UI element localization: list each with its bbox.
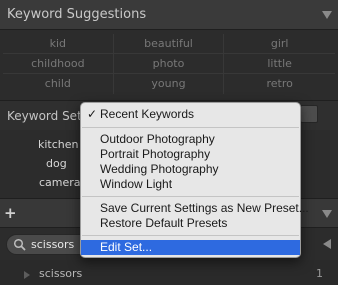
menu-item-edit-set[interactable]: Edit Set...: [81, 240, 300, 255]
keyword-set-label: Keyword Set: [7, 109, 82, 123]
keyword-suggestions-title: Keyword Suggestions: [7, 7, 147, 22]
menu-item-wedding-photography[interactable]: Wedding Photography: [81, 162, 300, 177]
keyword-suggestions-grid: kid beautiful girl childhood photo littl…: [3, 34, 335, 94]
collapse-triangle-icon[interactable]: [322, 11, 332, 19]
collapse-triangle-icon[interactable]: [322, 210, 332, 218]
suggestion-cell[interactable]: kid: [3, 34, 114, 54]
suggestion-cell[interactable]: beautiful: [113, 34, 225, 54]
menu-separator: [82, 127, 299, 128]
suggestion-cell[interactable]: young: [114, 74, 225, 94]
menu-item-label: Outdoor Photography: [100, 132, 215, 146]
keyword-suggestions-header[interactable]: Keyword Suggestions: [0, 0, 338, 30]
menu-item-outdoor-photography[interactable]: Outdoor Photography: [81, 132, 300, 147]
filter-arrow-icon[interactable]: [323, 239, 331, 249]
keyword-set-item[interactable]: dog: [46, 157, 67, 170]
menu-separator: [82, 235, 299, 236]
menu-item-label: Restore Default Presets: [100, 216, 228, 230]
menu-item-label: Save Current Settings as New Preset...: [100, 201, 309, 215]
add-keyword-icon[interactable]: +: [4, 204, 17, 222]
keyword-suggestions-grid-area: kid beautiful girl childhood photo littl…: [0, 30, 338, 100]
menu-item-recent-keywords[interactable]: ✓ Recent Keywords: [81, 107, 300, 122]
suggestion-cell[interactable]: girl: [224, 34, 335, 54]
keyword-set-item[interactable]: kitchen: [38, 138, 79, 151]
expand-triangle-icon[interactable]: [24, 271, 30, 279]
checkmark-icon: ✓: [87, 107, 98, 121]
menu-item-portrait-photography[interactable]: Portrait Photography: [81, 147, 300, 162]
search-icon: [13, 238, 26, 251]
suggestion-cell[interactable]: photo: [113, 54, 225, 74]
keyword-set-item[interactable]: camera: [39, 176, 81, 189]
keyword-name: scissors: [39, 267, 83, 280]
menu-item-label: Portrait Photography: [100, 147, 211, 161]
keyword-set-dropdown[interactable]: [300, 105, 318, 123]
menu-item-label: Window Light: [100, 177, 173, 191]
suggestion-cell[interactable]: little: [224, 54, 335, 74]
menu-item-label: Recent Keywords: [100, 107, 195, 121]
suggestion-cell[interactable]: childhood: [3, 54, 114, 74]
keyword-set-menu: ✓ Recent Keywords Outdoor Photography Po…: [80, 102, 309, 258]
suggestion-cell[interactable]: retro: [224, 74, 335, 94]
menu-separator: [82, 196, 299, 197]
keyword-list-row[interactable]: scissors 1: [0, 262, 338, 285]
menu-item-window-light[interactable]: Window Light: [81, 177, 300, 192]
suggestion-cell[interactable]: child: [3, 74, 114, 94]
menu-item-label: Edit Set...: [100, 240, 153, 254]
menu-item-restore-defaults[interactable]: Restore Default Presets: [81, 216, 300, 231]
keyword-filter-value: scissors: [31, 238, 75, 251]
keyword-count: 1: [316, 267, 323, 280]
menu-item-save-preset[interactable]: Save Current Settings as New Preset...: [81, 201, 309, 216]
menu-item-label: Wedding Photography: [100, 162, 219, 176]
